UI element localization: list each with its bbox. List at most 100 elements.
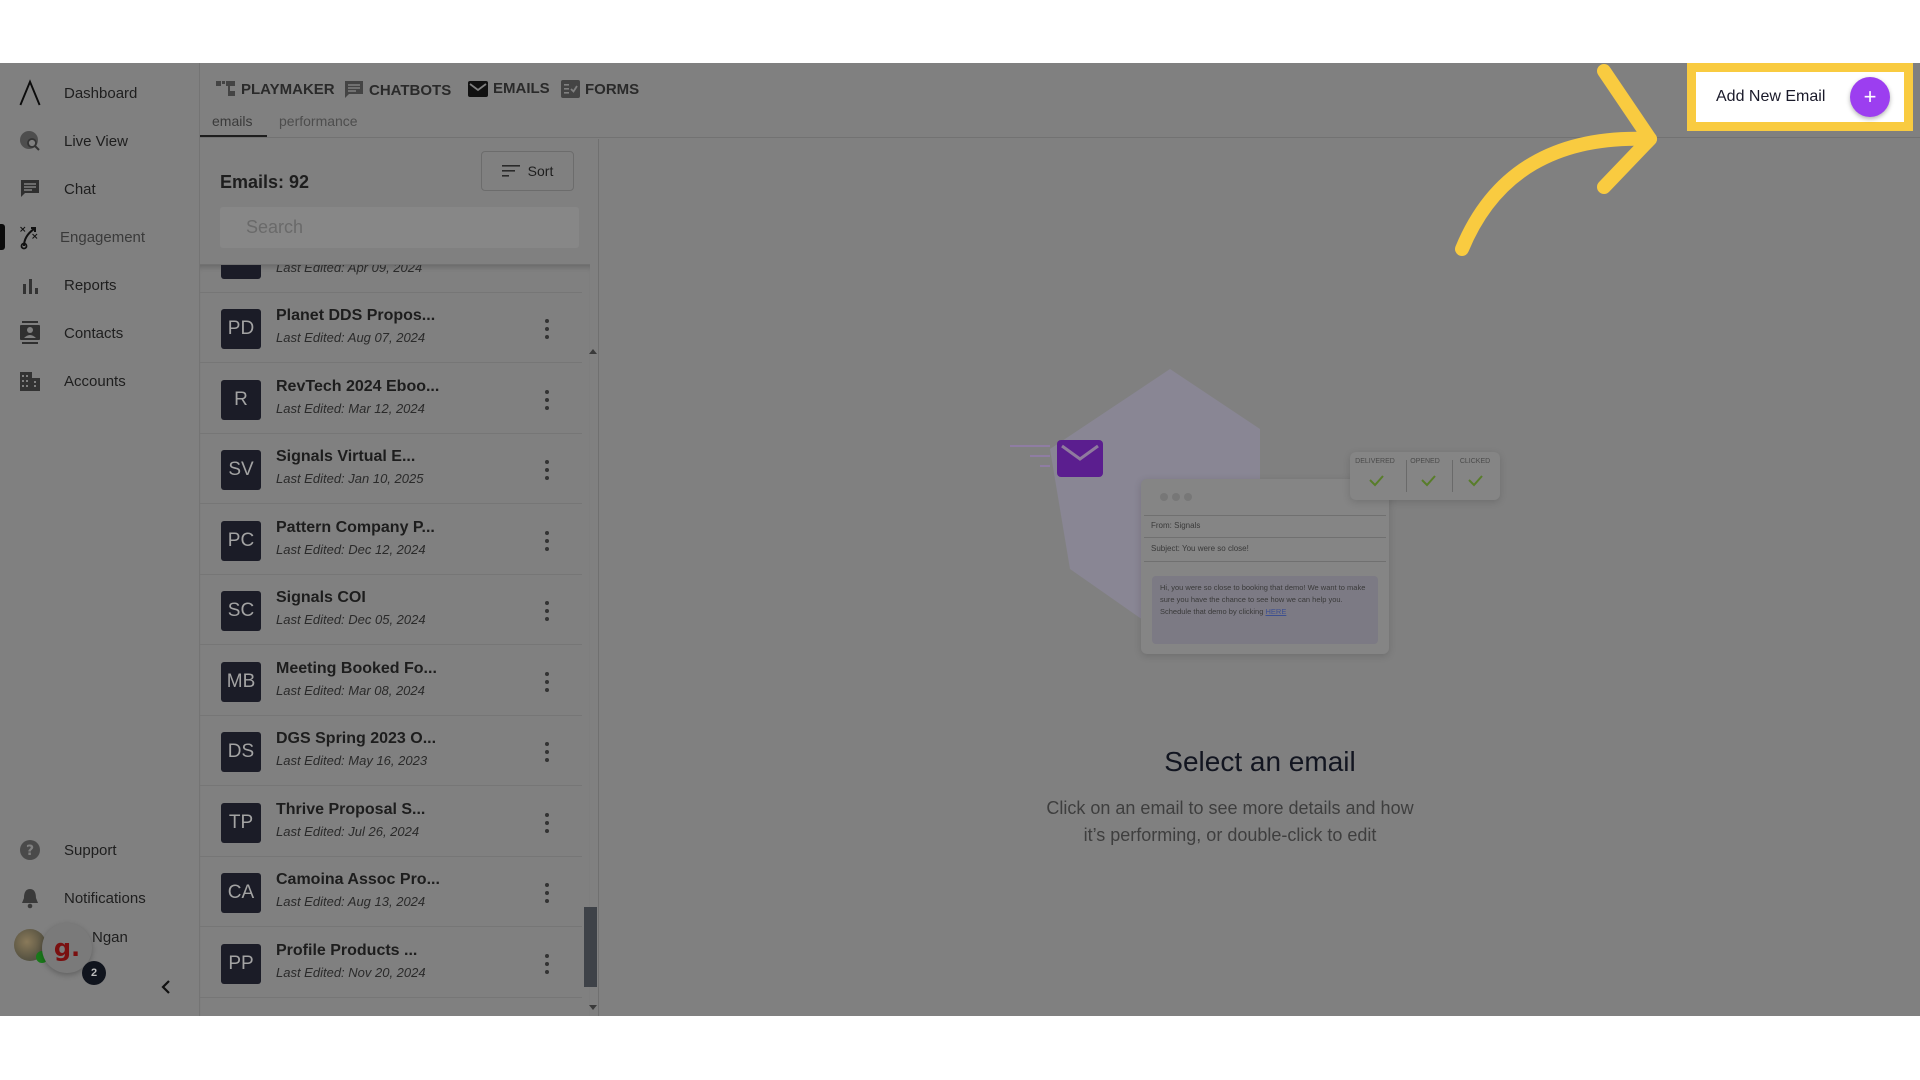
globe-search-icon	[18, 129, 42, 153]
sidebar-item-label: Dashboard	[64, 84, 138, 102]
sidebar-item-label: Support	[64, 841, 117, 859]
chevron-left-icon[interactable]	[160, 978, 172, 1001]
last-edited-date: Last Edited: Aug 13, 2024	[276, 894, 426, 909]
tool-tab-chatbots[interactable]: CHATBOTS	[344, 80, 451, 100]
chatbot-icon	[345, 81, 363, 98]
sidebar-item-contacts[interactable]: Contacts	[0, 313, 200, 353]
sidebar-item-notifications[interactable]: Notifications	[0, 878, 200, 918]
list-item[interactable]: SC Signals COI Last Edited: Dec 05, 2024	[200, 575, 582, 645]
tool-tab-label: PLAYMAKER	[241, 80, 335, 98]
more-options-icon[interactable]	[540, 317, 554, 341]
sort-label: Sort	[527, 163, 554, 179]
scroll-down-arrow[interactable]	[589, 1005, 597, 1010]
add-new-email-label: Add New Email	[1716, 88, 1826, 105]
list-item[interactable]: PD Planet DDS Propos... Last Edited: Aug 0…	[200, 293, 582, 363]
more-options-icon[interactable]	[540, 881, 554, 905]
list-item[interactable]: Last Edited: Apr 09, 2024	[200, 264, 582, 293]
tool-tab-emails[interactable]: EMAILS	[468, 80, 550, 97]
sidebar-item-chat[interactable]: Chat	[0, 169, 200, 209]
add-new-email-button[interactable]: Add New Email +	[1696, 72, 1904, 122]
list-item[interactable]: R RevTech 2024 Eboo... Last Edited: Mar 12…	[200, 364, 582, 434]
preview-body: Hi, you were so close to booking that de…	[1152, 576, 1378, 644]
contact-card-icon	[18, 321, 42, 345]
sidebar-item-live-view[interactable]: Live View	[0, 121, 200, 161]
tool-tab-playmaker[interactable]: PLAYMAKER	[216, 80, 335, 98]
email-title: Profile Products ...	[276, 941, 418, 959]
last-edited-date: Last Edited: Apr 09, 2024	[276, 264, 423, 275]
svg-text:×: ×	[19, 225, 27, 235]
plus-icon[interactable]: +	[1850, 77, 1890, 117]
list-item[interactable]: PC Pattern Company P... Last Edited: Dec 1…	[200, 505, 582, 575]
subtab-performance[interactable]: performance	[279, 113, 358, 129]
preview-link: HERE	[1265, 607, 1287, 616]
initials-badge: PC	[221, 520, 261, 561]
more-options-icon[interactable]	[540, 811, 554, 835]
sidebar-item-reports[interactable]: Reports	[0, 265, 200, 305]
stat-opened: OPENED	[1410, 458, 1440, 465]
user-name: Ngan	[92, 929, 128, 946]
sidebar-item-dashboard[interactable]: Dashboard	[0, 73, 200, 113]
initials-badge: MB	[221, 661, 261, 702]
sidebar-item-accounts[interactable]: Accounts	[0, 361, 200, 401]
last-edited-date: Last Edited: Jan 10, 2025	[276, 471, 424, 486]
bar-chart-icon	[18, 273, 42, 297]
sort-icon	[501, 165, 520, 177]
last-edited-date: Last Edited: Nov 20, 2024	[276, 964, 426, 980]
email-title: RevTech 2024 Eboo...	[276, 377, 440, 395]
sidebar-item-label: Live View	[64, 132, 128, 150]
initials-badge: PD	[221, 309, 261, 349]
initials-badge: SV	[221, 450, 261, 490]
search-input[interactable]	[220, 207, 579, 248]
list-item[interactable]: PP Profile Products ... Last Edited: Nov 2…	[200, 928, 582, 998]
sidebar-item-label: Contacts	[64, 324, 124, 342]
sidebar-item-label: Engagement	[60, 228, 146, 246]
more-options-icon[interactable]	[540, 388, 554, 412]
sidebar-item-label: Accounts	[64, 372, 126, 390]
more-options-icon[interactable]	[540, 529, 554, 553]
subtab-emails[interactable]: emails	[212, 113, 252, 129]
email-count: Emails: 92	[220, 172, 310, 192]
list-item[interactable]: SV Signals Virtual E... Last Edited: Jan 1…	[200, 434, 582, 504]
list-item[interactable]: CA Camoina Assoc Pro... Last Edited: Aug 1…	[200, 857, 582, 927]
last-edited-date: Last Edited: Dec 12, 2024	[276, 541, 426, 557]
email-detail-empty-state: From: Signals Subject: You were so close…	[600, 139, 1920, 1016]
more-options-icon[interactable]	[540, 952, 554, 976]
envelope-icon	[1057, 440, 1103, 477]
svg-text:?: ?	[26, 843, 34, 859]
initials-badge	[221, 265, 261, 279]
last-edited-date: Last Edited: Aug 07, 2024	[276, 330, 426, 345]
initials-badge: CA	[221, 873, 261, 913]
sort-button[interactable]: Sort	[481, 151, 574, 191]
scrollbar-thumb[interactable]	[584, 907, 597, 987]
more-options-icon[interactable]	[540, 458, 554, 482]
list-item[interactable]: TP Thrive Proposal S... Last Edited: Jul 2…	[200, 787, 582, 857]
playmaker-icon	[216, 81, 235, 96]
more-options-icon[interactable]	[540, 670, 554, 694]
sidebar: Dashboard Live View Chat ×× Engagement	[0, 63, 200, 1016]
check-icons	[1369, 475, 1483, 487]
scroll-up-arrow[interactable]	[589, 349, 597, 354]
list-item[interactable]: DS DGS Spring 2023 O... Last Edited: May 1…	[200, 716, 582, 786]
app-window: Dashboard Live View Chat ×× Engagement	[0, 63, 1920, 1016]
notification-count-badge: 2	[82, 961, 106, 985]
svg-text:×: ×	[31, 232, 39, 242]
more-options-icon[interactable]	[540, 740, 554, 764]
sidebar-item-support[interactable]: ? Support	[0, 830, 200, 870]
sidebar-item-engagement[interactable]: × × Engagement	[0, 217, 200, 257]
email-preview-card: From: Signals Subject: You were so close…	[1141, 479, 1389, 654]
email-illustration: From: Signals Subject: You were so close…	[1000, 369, 1510, 659]
initials-badge: PP	[221, 943, 261, 984]
mail-icon	[468, 80, 488, 97]
sidebar-item-label: Reports	[64, 276, 117, 294]
tool-tab-label: EMAILS	[493, 80, 550, 97]
tool-tab-label: CHATBOTS	[369, 81, 452, 99]
stat-clicked: CLICKED	[1459, 458, 1491, 465]
last-edited-date: Last Edited: Dec 05, 2024	[276, 612, 426, 627]
help-icon: ?	[18, 838, 42, 862]
playbook-icon: × ×	[18, 225, 42, 250]
list-item[interactable]: MB Meeting Booked Fo... Last Edited: Mar 0…	[200, 646, 582, 716]
initials-badge: DS	[221, 732, 261, 772]
tool-tab-forms[interactable]: FORMS	[561, 80, 639, 98]
sidebar-item-label: Chat	[64, 180, 96, 198]
more-options-icon[interactable]	[540, 599, 554, 623]
